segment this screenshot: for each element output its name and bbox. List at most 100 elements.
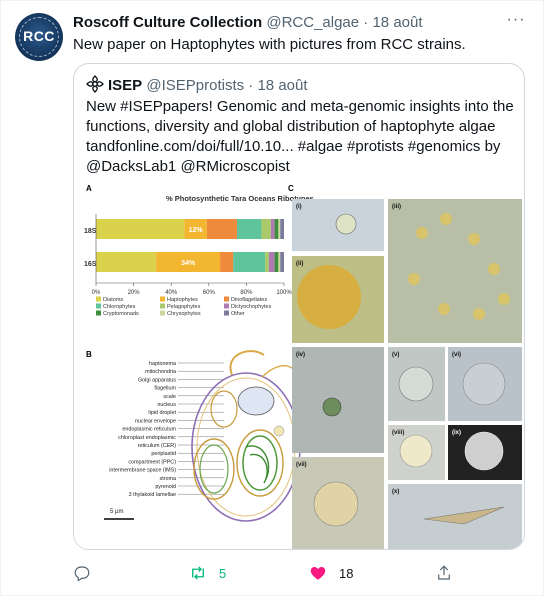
micrograph-label: (ii) bbox=[296, 261, 303, 267]
cell-labels: haptonema mitochondria Golgi apparatus flag… bbox=[109, 361, 224, 498]
cell-part-label: haptonema bbox=[149, 361, 176, 367]
legend-label: Pelagophytes bbox=[167, 304, 201, 310]
quoted-tweet[interactable]: ISEP @ISEPprotists · 18 août New #ISEPpa… bbox=[73, 63, 525, 550]
retweet-count: 5 bbox=[219, 565, 227, 581]
scale-label: 5 µm bbox=[110, 509, 123, 515]
figure-image[interactable]: A % Photosynthetic Tara Oceans Ribotypes… bbox=[74, 179, 524, 549]
micrograph-label: (i) bbox=[296, 204, 302, 210]
legend-swatch bbox=[224, 310, 229, 316]
cell-part-label: nucleus bbox=[157, 402, 176, 408]
bar-segment bbox=[265, 252, 269, 272]
legend-label: Dictyochophytes bbox=[231, 304, 272, 310]
legend-label: Chlorophytes bbox=[103, 304, 136, 310]
cell-part-label: compartment (PPC) bbox=[128, 459, 176, 465]
x-ticks: 0% 20% 40% 60% 80% 100% bbox=[92, 283, 292, 296]
bar-segment bbox=[274, 219, 279, 239]
like-button[interactable]: 18 bbox=[309, 561, 353, 585]
legend-label: Diatoms bbox=[103, 297, 123, 303]
quoted-text: New #ISEPpapers! Genomic and meta-genomi… bbox=[86, 97, 516, 177]
cell-part-label: pyrenoid bbox=[155, 484, 176, 490]
author-handle[interactable]: @RCC_algae bbox=[266, 14, 359, 31]
cell-part-label: Golgi apparatus bbox=[138, 377, 176, 383]
legend-swatch bbox=[224, 303, 229, 309]
bar-segment bbox=[261, 219, 271, 239]
tick-label: 0% bbox=[92, 290, 101, 296]
quoted-time[interactable]: 18 août bbox=[257, 77, 307, 94]
author-name[interactable]: Roscoff Culture Collection bbox=[73, 14, 262, 31]
legend-label: Dinoflagellates bbox=[231, 297, 267, 303]
legend-swatch bbox=[160, 303, 165, 309]
legend-label: Other bbox=[231, 311, 245, 317]
cell-part-label: flagellum bbox=[154, 386, 176, 392]
tweet-card[interactable]: RCC Roscoff Culture Collection @RCC_alga… bbox=[0, 0, 544, 596]
micrograph-label: (ix) bbox=[452, 430, 461, 436]
action-bar: 5 18 bbox=[73, 561, 473, 585]
tweet-header: Roscoff Culture Collection @RCC_algae · … bbox=[73, 13, 423, 33]
tick-label: 20% bbox=[128, 290, 141, 296]
cell-part-label: periplastid bbox=[151, 451, 176, 457]
bar-segment bbox=[96, 219, 185, 239]
legend-swatch bbox=[96, 303, 101, 309]
cell-part-label: reticulum (CER) bbox=[138, 443, 177, 449]
cell-part-label: lipid droplet bbox=[148, 410, 176, 416]
cell-part-label: mitochondria bbox=[145, 369, 176, 375]
share-button[interactable] bbox=[435, 561, 453, 585]
bar-data-label: 34% bbox=[181, 260, 196, 267]
tick-label: 40% bbox=[165, 290, 178, 296]
legend-label: Cryptomonads bbox=[103, 311, 139, 317]
legend-label: Chrysophytes bbox=[167, 311, 201, 317]
tweet-text: New paper on Haptophytes with pictures f… bbox=[73, 36, 466, 53]
cell-part-label: 3 thylakoid lamellae bbox=[129, 492, 176, 498]
bar-data-label: 12% bbox=[189, 227, 204, 234]
bar-segment bbox=[96, 252, 157, 272]
quoted-text-line[interactable]: tandfonline.com/doi/full/10.10... #algae… bbox=[86, 137, 516, 157]
bar-segment bbox=[278, 219, 281, 239]
micrograph-grid bbox=[292, 199, 522, 549]
panel-b-label: B bbox=[86, 350, 92, 359]
bar-segment bbox=[278, 252, 281, 272]
legend-swatch bbox=[96, 296, 101, 302]
legend-swatch bbox=[160, 296, 165, 302]
tick-label: 60% bbox=[203, 290, 216, 296]
separator-dot: · bbox=[363, 14, 369, 31]
like-count: 18 bbox=[339, 565, 354, 581]
more-options-icon[interactable]: ··· bbox=[505, 11, 527, 33]
quoted-handle[interactable]: @ISEPprotists bbox=[146, 77, 244, 94]
micrograph-label: (viii) bbox=[392, 430, 404, 436]
bar-segment bbox=[270, 219, 275, 239]
micrograph-label: (x) bbox=[392, 489, 399, 495]
bar-segment bbox=[237, 219, 262, 239]
bar-segment bbox=[274, 252, 279, 272]
author-avatar[interactable]: RCC bbox=[15, 13, 63, 61]
legend-swatch bbox=[224, 296, 229, 302]
tick-label: 80% bbox=[240, 290, 253, 296]
panel-c-label: C bbox=[288, 184, 294, 193]
quoted-text-line[interactable]: @DacksLab1 @RMicroscopist bbox=[86, 157, 516, 177]
micrograph-label: (iv) bbox=[296, 352, 305, 358]
legend-label: Haptophytes bbox=[167, 297, 198, 303]
cell-part-label: scale bbox=[163, 394, 176, 400]
quoted-name[interactable]: ISEP bbox=[108, 77, 142, 94]
micrograph-label: (vi) bbox=[452, 352, 461, 358]
reply-button[interactable] bbox=[73, 561, 103, 585]
isep-logo-icon bbox=[86, 75, 104, 93]
row-label-18s: 18S bbox=[84, 228, 97, 235]
legend-swatch bbox=[96, 310, 101, 316]
tweet-time[interactable]: 18 août bbox=[372, 14, 422, 31]
cell-part-label: intermembrane space (IMS) bbox=[109, 468, 176, 474]
micrograph-label: (iii) bbox=[392, 204, 401, 210]
quoted-text-line: New #ISEPpapers! Genomic and meta-genomi… bbox=[86, 98, 514, 115]
bar-segment bbox=[268, 252, 275, 272]
bar-segment bbox=[220, 252, 234, 272]
micrograph-label: (vii) bbox=[296, 462, 307, 468]
retweet-button[interactable]: 5 bbox=[189, 561, 226, 585]
legend-swatch bbox=[160, 310, 165, 316]
quoted-header: ISEP @ISEPprotists · 18 août bbox=[86, 75, 308, 96]
retweet-icon bbox=[192, 566, 204, 580]
cell-part-label: nuclear envelope bbox=[135, 418, 176, 424]
panel-a-label: A bbox=[86, 184, 92, 193]
bar-segment bbox=[233, 252, 266, 272]
tick-label: 100% bbox=[276, 290, 292, 296]
bar-segment bbox=[206, 219, 237, 239]
bar-segment bbox=[280, 219, 284, 239]
